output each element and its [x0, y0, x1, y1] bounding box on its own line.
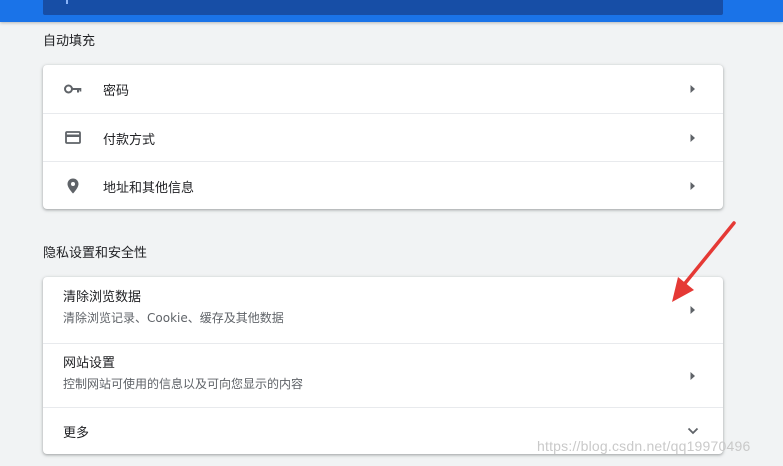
row-payment-methods[interactable]: 付款方式	[43, 113, 723, 161]
header-bar	[0, 0, 783, 22]
row-label-passwords: 密码	[103, 84, 130, 99]
row-addresses[interactable]: 地址和其他信息	[43, 161, 723, 209]
row-clear-browsing-data[interactable]: 清除浏览数据 清除浏览记录、Cookie、缓存及其他数据	[43, 277, 723, 343]
search-box[interactable]	[43, 0, 723, 15]
row-passwords[interactable]: 密码	[43, 65, 723, 113]
chevron-right-icon	[690, 371, 695, 380]
section-title-autofill: 自动填充	[43, 34, 96, 49]
key-icon	[63, 79, 83, 99]
chevron-down-icon[interactable]	[687, 427, 699, 435]
row-label-site-settings: 网站设置	[63, 356, 116, 371]
location-pin-icon	[63, 176, 83, 196]
row-label-payment-methods: 付款方式	[103, 133, 156, 148]
row-text-clear-browsing-data: 清除浏览数据 清除浏览记录、Cookie、缓存及其他数据	[63, 289, 284, 327]
chevron-right-icon	[690, 181, 695, 190]
row-label-addresses: 地址和其他信息	[103, 181, 195, 196]
section-title-privacy: 隐私设置和安全性	[43, 246, 148, 261]
row-label-more: 更多	[63, 426, 90, 441]
chevron-right-icon	[690, 133, 695, 142]
autofill-card: 密码 付款方式 地址和其他信息	[43, 65, 723, 209]
row-sublabel-site-settings: 控制网站可使用的信息以及可向您显示的内容	[63, 377, 304, 391]
chevron-right-icon	[690, 306, 695, 314]
row-label-clear-browsing-data: 清除浏览数据	[63, 290, 142, 305]
privacy-card: 清除浏览数据 清除浏览记录、Cookie、缓存及其他数据 网站设置 控制网站可使…	[43, 277, 723, 454]
row-text-site-settings: 网站设置 控制网站可使用的信息以及可向您显示的内容	[63, 355, 303, 393]
search-caret	[66, 0, 68, 4]
row-site-settings[interactable]: 网站设置 控制网站可使用的信息以及可向您显示的内容	[43, 343, 723, 407]
chevron-right-icon	[690, 85, 695, 93]
row-sublabel-clear-browsing-data: 清除浏览记录、Cookie、缓存及其他数据	[63, 311, 284, 325]
credit-card-icon	[63, 128, 83, 148]
watermark: https://blog.csdn.net/qq19970496	[537, 438, 751, 454]
